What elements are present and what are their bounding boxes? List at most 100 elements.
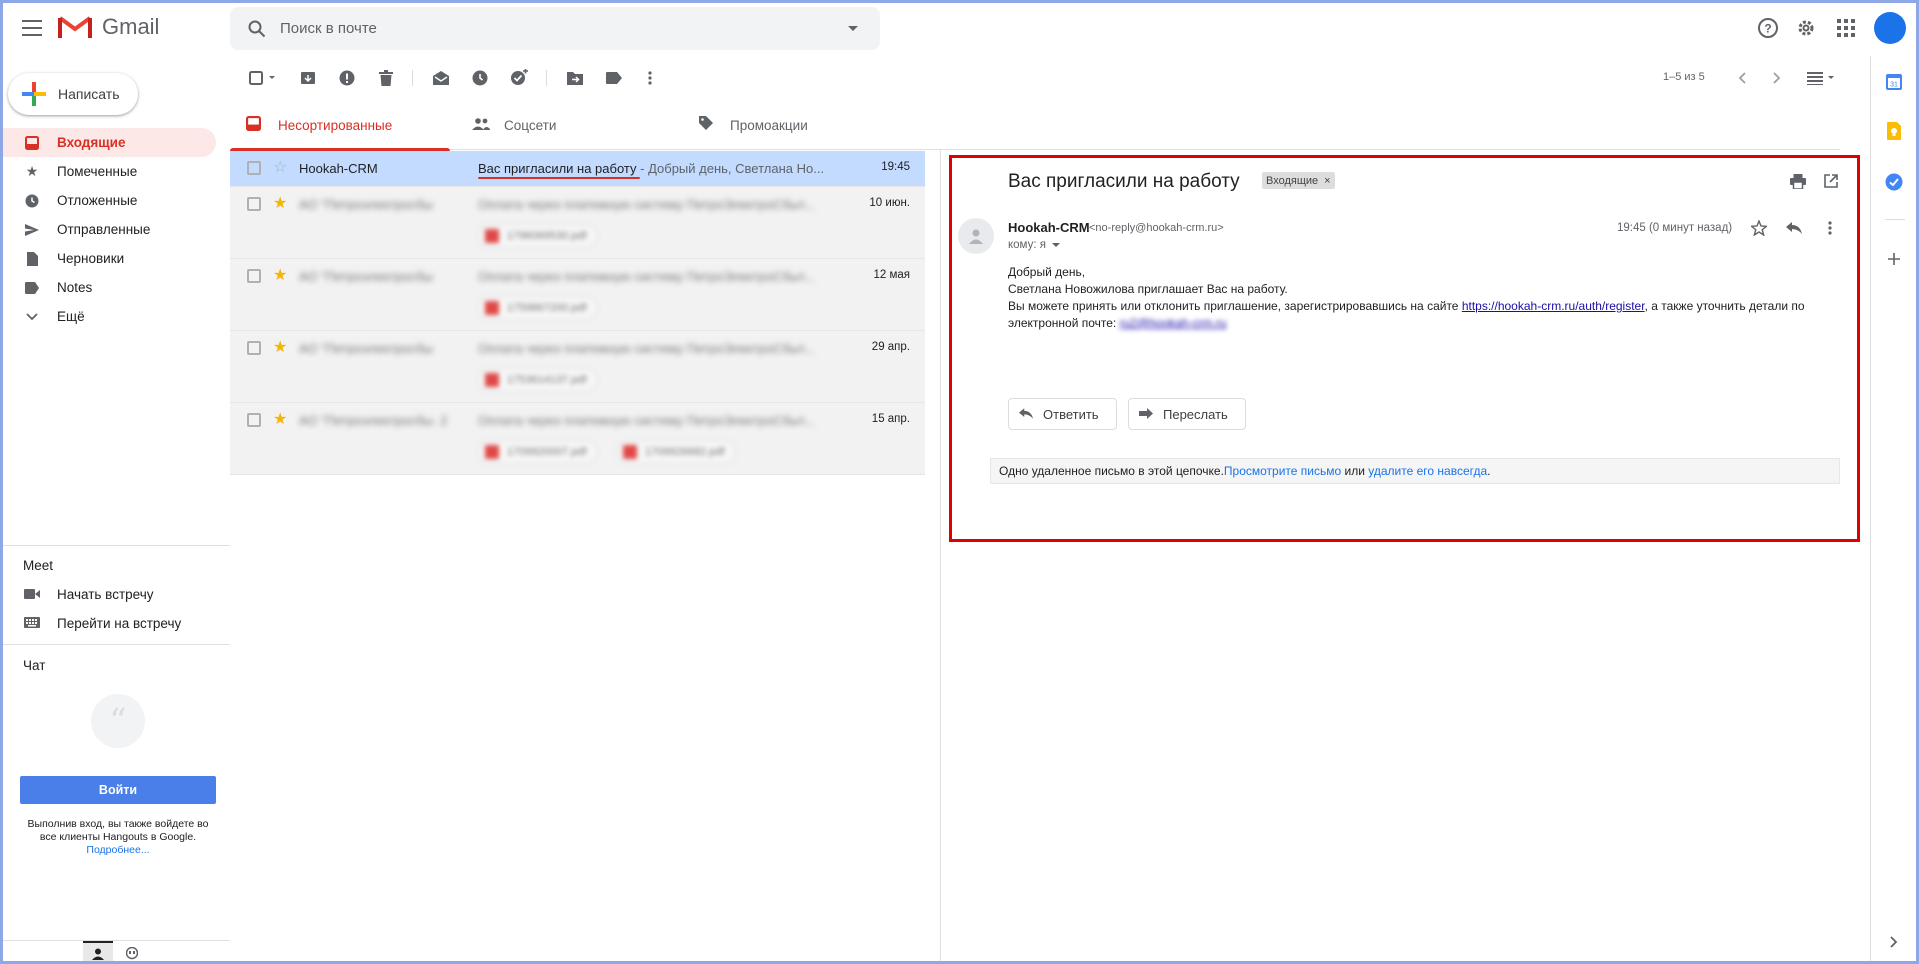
tab-primary[interactable]: Несортированные xyxy=(230,100,450,151)
snooze-icon[interactable] xyxy=(468,66,492,90)
list-item[interactable]: ★ АО "Петроэлектросбы Оплата через плате… xyxy=(230,331,925,403)
open-new-window-icon[interactable] xyxy=(1821,171,1841,191)
sidebar-item-label: Ещё xyxy=(57,309,85,324)
remove-label-icon[interactable]: × xyxy=(1324,175,1330,187)
print-icon[interactable] xyxy=(1788,171,1808,191)
attachment-chip[interactable]: 1759867200.pdf xyxy=(478,296,598,320)
attachment-chip[interactable]: 1709926682.pdf xyxy=(616,440,736,464)
recipient-line[interactable]: кому: я xyxy=(1008,239,1060,251)
keep-icon[interactable] xyxy=(1884,121,1904,141)
search-options-icon[interactable] xyxy=(848,26,858,31)
add-task-icon[interactable] xyxy=(507,66,531,90)
attachment-chip[interactable]: 1753614137.pdf xyxy=(478,368,598,392)
gmail-logo[interactable]: Gmail xyxy=(58,14,159,40)
attachment-name: 1709920007.pdf xyxy=(507,446,587,458)
mark-read-icon[interactable] xyxy=(429,66,453,90)
report-spam-icon[interactable] xyxy=(335,66,359,90)
hangouts-icon[interactable] xyxy=(117,941,147,964)
pdf-icon xyxy=(485,373,499,387)
row-checkbox[interactable] xyxy=(247,413,261,427)
list-item[interactable]: ★ АО "Петроэлектросбы Оплата через плате… xyxy=(230,187,925,259)
star-icon[interactable]: ★ xyxy=(273,409,287,429)
person-icon[interactable] xyxy=(83,941,113,964)
label-as-icon[interactable] xyxy=(602,66,626,90)
add-addon-icon[interactable] xyxy=(1884,249,1904,269)
message-body: Добрый день, Светлана Новожилова приглаш… xyxy=(1008,264,1808,332)
body-line: Светлана Новожилова приглашает Вас на ра… xyxy=(1008,282,1288,296)
contact-email-link[interactable]: ru2@hookah-crm.ru xyxy=(1120,316,1227,330)
attachment-chip[interactable]: 1709920007.pdf xyxy=(478,440,598,464)
star-icon[interactable]: ★ xyxy=(273,337,287,357)
row-checkbox[interactable] xyxy=(247,197,261,211)
reply-icon[interactable] xyxy=(1784,218,1804,238)
compose-button[interactable]: Написать xyxy=(8,73,138,115)
tasks-icon[interactable] xyxy=(1884,172,1904,192)
star-icon[interactable]: ☆ xyxy=(273,157,287,177)
sidebar-item-starred[interactable]: ★ Помеченные xyxy=(0,157,216,186)
tab-promotions[interactable]: Промоакции xyxy=(682,100,902,150)
delete-icon[interactable] xyxy=(374,66,398,90)
main-menu-icon[interactable] xyxy=(20,16,44,40)
star-icon[interactable]: ★ xyxy=(273,265,287,285)
more-vert-icon[interactable] xyxy=(638,66,662,90)
row-snippet: - Добрый день, Светлана Но... xyxy=(636,161,823,176)
sidebar-item-more[interactable]: Ещё xyxy=(0,302,216,331)
row-sender: АО "Петроэлектросбы xyxy=(299,269,433,284)
chevron-right-icon[interactable] xyxy=(1765,66,1789,90)
signin-note: Выполнив вход, вы также войдете во все к… xyxy=(18,818,218,857)
attachment-chip[interactable]: 1796069530.pdf xyxy=(478,224,598,248)
row-subject: Оплата через платежную систему ПетроЭлек… xyxy=(478,197,815,212)
delete-forever-link[interactable]: удалите его навсегда xyxy=(1368,464,1487,478)
star-icon[interactable]: ★ xyxy=(273,193,287,213)
send-icon xyxy=(24,222,40,238)
join-meeting-label: Перейти на встречу xyxy=(57,615,182,631)
gmail-m-icon xyxy=(58,16,92,38)
forward-button[interactable]: Переслать xyxy=(1128,398,1246,430)
help-icon[interactable]: ? xyxy=(1756,16,1780,40)
account-avatar[interactable] xyxy=(1874,12,1906,44)
tab-social[interactable]: Соцсети xyxy=(456,100,676,150)
video-icon xyxy=(24,587,40,602)
sidebar-item-sent[interactable]: Отправленные xyxy=(0,215,216,244)
move-to-icon[interactable] xyxy=(563,66,587,90)
register-link[interactable]: https://hookah-crm.ru/auth/register xyxy=(1462,299,1645,313)
settings-icon[interactable] xyxy=(1794,16,1818,40)
sidebar-nav: Входящие ★ Помеченные Отложенные Отправл… xyxy=(0,128,216,331)
row-subject: Оплата через платежную систему ПетроЭлек… xyxy=(478,341,815,356)
learn-more-link[interactable]: Подробнее... xyxy=(86,844,149,856)
sidebar-item-drafts[interactable]: Черновики xyxy=(0,244,216,273)
row-checkbox[interactable] xyxy=(247,161,261,175)
reply-button[interactable]: Ответить xyxy=(1008,398,1117,430)
split-pane-toggle-icon[interactable] xyxy=(1805,66,1839,90)
list-item[interactable]: ☆ Hookah-CRM Вас пригласили на работу - … xyxy=(230,151,925,187)
select-checkbox-dropdown[interactable] xyxy=(246,66,282,90)
search-input[interactable]: Поиск в почте xyxy=(280,20,848,37)
show-details-icon[interactable] xyxy=(1051,242,1060,247)
sidebar-item-snoozed[interactable]: Отложенные xyxy=(0,186,216,215)
archive-icon[interactable] xyxy=(296,66,320,90)
label-chip-text: Входящие xyxy=(1266,174,1319,187)
join-meeting-item[interactable]: Перейти на встречу xyxy=(0,609,216,637)
mail-toolbar xyxy=(230,62,1830,94)
apps-grid-icon[interactable] xyxy=(1834,16,1858,40)
row-checkbox[interactable] xyxy=(247,269,261,283)
start-meeting-item[interactable]: Начать встречу xyxy=(0,580,216,608)
chevron-left-icon[interactable] xyxy=(1730,66,1754,90)
start-meeting-label: Начать встречу xyxy=(57,586,154,602)
search-icon[interactable] xyxy=(248,20,266,38)
sidebar-item-inbox[interactable]: Входящие xyxy=(0,128,216,157)
sidebar-item-notes[interactable]: Notes xyxy=(0,273,216,302)
list-item[interactable]: ★ АО "Петроэлектросбы Оплата через плате… xyxy=(230,259,925,331)
list-item[interactable]: ★ АО "Петроэлектросбы. 2 Оплата через пл… xyxy=(230,403,925,475)
chevron-right-icon[interactable] xyxy=(1884,932,1904,952)
calendar-icon[interactable]: 31 xyxy=(1884,72,1904,92)
view-deleted-link[interactable]: Просмотрите письмо xyxy=(1224,464,1341,478)
tab-label: Промоакции xyxy=(730,117,808,133)
more-vert-icon[interactable] xyxy=(1820,218,1840,238)
pane-divider[interactable] xyxy=(940,150,941,964)
search-bar[interactable]: Поиск в почте xyxy=(230,7,880,50)
signin-button[interactable]: Войти xyxy=(20,776,216,804)
star-icon[interactable] xyxy=(1749,218,1769,238)
row-checkbox[interactable] xyxy=(247,341,261,355)
row-date: 10 июн. xyxy=(869,197,910,209)
